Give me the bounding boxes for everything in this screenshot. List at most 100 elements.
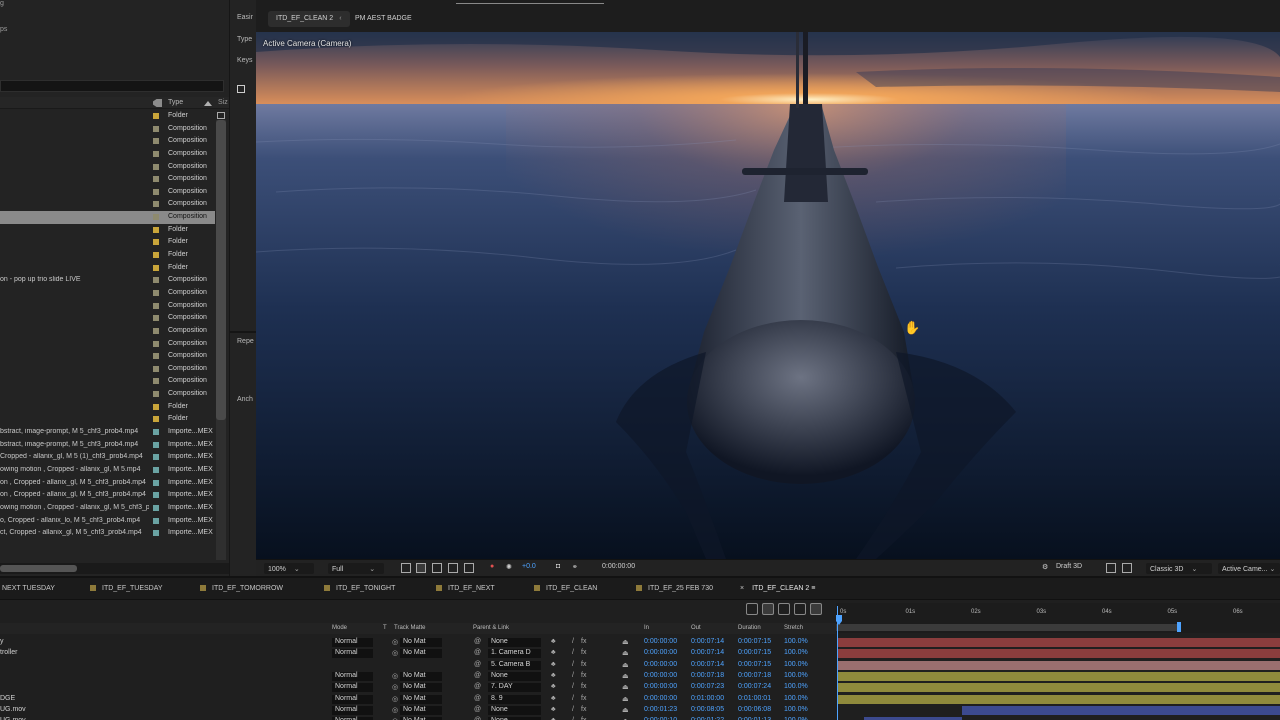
layer-out-point[interactable]: 0:00:07:14 <box>691 661 724 668</box>
color-management-icon[interactable]: ✺ <box>506 563 512 574</box>
label-color-swatch[interactable] <box>153 429 159 436</box>
layer-duration-bar[interactable] <box>838 683 1280 693</box>
mask-visibility-icon[interactable] <box>432 563 442 573</box>
label-color-swatch[interactable] <box>153 441 159 448</box>
project-item[interactable]: Composition <box>0 388 215 401</box>
track-matte-dropdown[interactable]: No Mat <box>400 705 442 715</box>
effects-icon[interactable]: fx <box>581 683 586 690</box>
label-color-swatch[interactable] <box>153 113 159 119</box>
in-column[interactable]: In <box>644 625 649 631</box>
project-item[interactable]: o, Cropped - allanix_lo, M 5_chf3_prob4.… <box>0 515 215 528</box>
project-item[interactable]: Composition <box>0 363 215 376</box>
project-item[interactable]: Composition <box>0 148 215 161</box>
t-column[interactable]: T <box>383 625 387 631</box>
layer-duration-bar[interactable] <box>838 649 1280 659</box>
motion-blur-icon[interactable] <box>810 603 822 615</box>
layer-duration[interactable]: 0:00:07:24 <box>738 683 771 690</box>
project-hscroll-thumb[interactable] <box>0 565 77 572</box>
label-color-swatch[interactable] <box>153 530 159 537</box>
pick-whip-icon[interactable]: @ <box>474 661 481 668</box>
work-area-end-handle[interactable] <box>1176 622 1181 632</box>
quality-icon[interactable]: / <box>572 649 574 656</box>
project-item[interactable]: owing motion , Cropped - allanix_gl, M 5… <box>0 464 215 477</box>
parent-dropdown[interactable]: 1. Camera D <box>488 649 541 659</box>
track-matte-icon[interactable]: ◎ <box>392 638 398 646</box>
label-color-swatch[interactable] <box>153 277 159 284</box>
3d-layer-icon[interactable]: ⏏ <box>622 661 629 669</box>
lock-icon[interactable]: ‹ <box>339 15 341 22</box>
layer-duration-bar[interactable] <box>838 694 1280 704</box>
layer-duration-bar[interactable] <box>962 705 1280 715</box>
shy-icon[interactable]: ♣ <box>551 683 556 690</box>
pick-whip-icon[interactable]: @ <box>474 706 481 713</box>
label-color-swatch[interactable] <box>153 517 159 524</box>
track-matte-dropdown[interactable]: No Mat <box>400 694 442 704</box>
3d-layer-icon[interactable]: ⏏ <box>622 672 629 680</box>
layer-row[interactable]: UG.mov Normal ◎ No Mat @ None ♣ / fx ⏏ 0:00:01:23 0… <box>0 705 836 716</box>
quality-icon[interactable]: / <box>572 638 574 645</box>
monitor-icon[interactable] <box>464 563 474 573</box>
layer-in-point[interactable]: 0:00:00:00 <box>644 672 677 679</box>
layer-in-point[interactable]: 0:00:00:00 <box>644 695 677 702</box>
quality-icon[interactable]: / <box>572 706 574 713</box>
timeline-tab[interactable]: ITD_EF_TOMORROW <box>200 585 283 592</box>
composition-canvas[interactable]: Active Camera (Camera) ✋ <box>256 32 1280 559</box>
layer-in-point[interactable]: 0:00:01:23 <box>644 706 677 713</box>
pick-whip-icon[interactable]: @ <box>474 649 481 656</box>
shy-icon[interactable]: ♣ <box>551 695 556 702</box>
project-item[interactable]: owing motion , Cropped - allanix_gl, M 5… <box>0 502 215 515</box>
label-color-swatch[interactable] <box>153 289 159 296</box>
parent-dropdown[interactable]: None <box>488 638 541 647</box>
label-color-swatch[interactable] <box>153 416 159 423</box>
effects-icon[interactable]: fx <box>581 649 586 656</box>
quality-icon[interactable]: / <box>572 672 574 679</box>
transparency-grid-icon[interactable] <box>416 563 426 573</box>
label-color-swatch[interactable] <box>153 188 159 195</box>
timeline-tab[interactable]: ITD_EF_CLEAN <box>534 585 597 592</box>
work-area-bar[interactable] <box>836 624 1180 631</box>
layer-out-point[interactable]: 0:00:07:14 <box>691 649 724 656</box>
project-item[interactable]: on , Cropped - allanix_gl, M 5_chf3_prob… <box>0 489 215 502</box>
tab-pm-aest-badge[interactable]: PM AEST BADGE <box>347 11 420 27</box>
timeline-tab[interactable]: ITD_EF_TUESDAY <box>90 585 163 592</box>
project-item[interactable]: bstract, image-prompt, M 5_chf3_prob4.mp… <box>0 426 215 439</box>
label-color-swatch[interactable] <box>153 176 159 183</box>
layer-in-point[interactable]: 0:00:00:00 <box>644 638 677 645</box>
layer-row[interactable]: y Normal ◎ No Mat @ None ♣ / fx ⏏ 0:00:00:00 0:00:0… <box>0 637 836 648</box>
label-color-swatch[interactable] <box>153 378 159 385</box>
3d-layer-icon[interactable]: ⏏ <box>622 683 629 691</box>
track-matte-icon[interactable]: ◎ <box>392 695 398 703</box>
label-color-swatch[interactable] <box>153 492 159 499</box>
shy-icon[interactable]: ♣ <box>551 661 556 668</box>
label-color-swatch[interactable] <box>153 391 159 398</box>
resolution-dropdown[interactable]: Full ⌄ <box>328 563 384 574</box>
parent-dropdown[interactable]: None <box>488 705 541 715</box>
effect-checkbox[interactable] <box>237 85 245 93</box>
magnification-dropdown[interactable]: 100% ⌄ <box>264 563 314 574</box>
current-time-display[interactable]: 0:00:00:00 <box>602 563 635 574</box>
exposure-value[interactable]: +0.0 <box>522 563 536 574</box>
label-color-swatch[interactable] <box>153 239 159 246</box>
shy-icon[interactable]: ♣ <box>551 638 556 645</box>
project-item[interactable]: Composition <box>0 211 215 224</box>
effects-icon[interactable]: fx <box>581 695 586 702</box>
timeline-tab[interactable]: × ITD_EF_CLEAN 2 ≡ <box>740 585 815 592</box>
layer-row[interactable]: Normal ◎ No Mat @7. DAY ♣ / fx ⏏ 0:00:00:00 0:00:… <box>0 682 836 693</box>
label-color-swatch[interactable] <box>153 201 159 208</box>
3d-layer-icon[interactable]: ⏏ <box>622 695 629 703</box>
panel-menu-icon[interactable]: ≡ <box>811 585 815 592</box>
layer-stretch[interactable]: 100.0% <box>784 672 808 679</box>
layer-duration[interactable]: 0:00:06:08 <box>738 706 771 713</box>
track-matte-icon[interactable]: ◎ <box>392 672 398 680</box>
layer-duration-bar[interactable] <box>838 660 1280 670</box>
draft-3d-icon[interactable]: ⚙ <box>1042 563 1048 574</box>
pick-whip-icon[interactable]: @ <box>474 672 481 679</box>
layer-stretch[interactable]: 100.0% <box>784 683 808 690</box>
layer-out-point[interactable]: 0:00:07:18 <box>691 672 724 679</box>
layer-out-point[interactable]: 0:00:07:23 <box>691 683 724 690</box>
track-matte-dropdown[interactable]: No Mat <box>400 683 442 693</box>
layer-in-point[interactable]: 0:00:00:00 <box>644 649 677 656</box>
layer-duration[interactable]: 0:01:00:01 <box>738 695 771 702</box>
track-matte-dropdown[interactable]: No Mat <box>400 649 442 659</box>
project-item[interactable]: ct, Cropped - allanix_gl, M 5_chf3_prob4… <box>0 527 215 540</box>
